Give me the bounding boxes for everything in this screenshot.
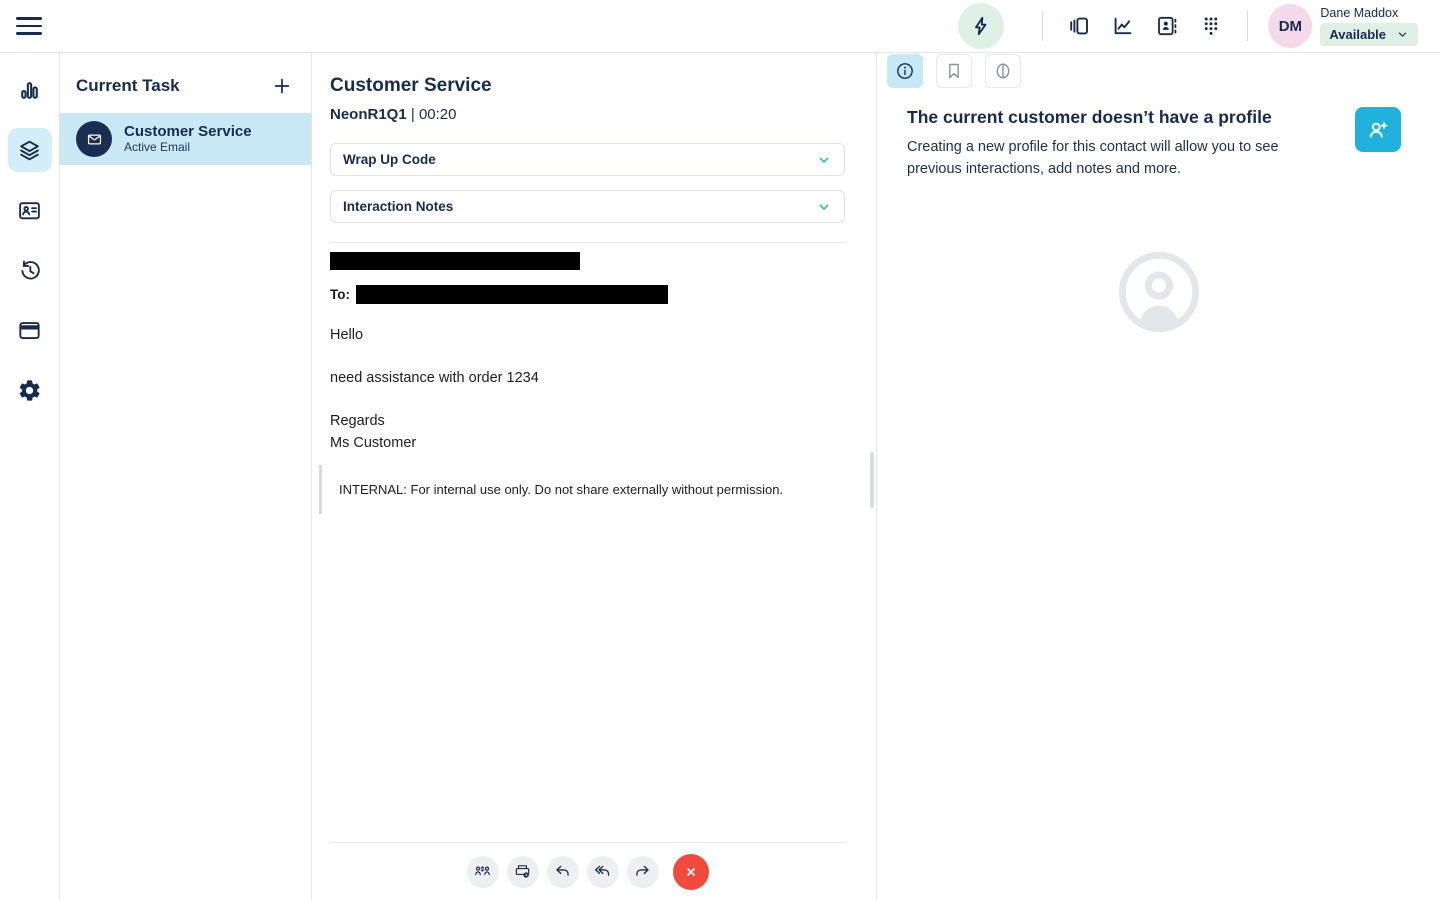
- transfer-icon: [475, 866, 490, 876]
- nav-apps[interactable]: [8, 308, 52, 352]
- person-circle-icon: [1118, 251, 1199, 333]
- scrollbar-thumb[interactable]: [870, 452, 874, 508]
- profile-placeholder: [877, 248, 1440, 336]
- profile-heading: The current customer doesn’t have a prof…: [907, 107, 1272, 127]
- interaction-panel: Customer Service NeonR1Q1 | 00:20 Wrap U…: [312, 53, 876, 900]
- email-message: need assistance with order 1234: [330, 370, 539, 386]
- lightning-bolt-icon: [975, 16, 987, 36]
- bar-chart-icon: [21, 81, 38, 99]
- forward-button[interactable]: [626, 855, 659, 888]
- gear-icon: [19, 379, 40, 401]
- hamburger-menu-icon[interactable]: [16, 12, 44, 40]
- topbar-right-cluster: DM Dane Maddox Available: [958, 3, 1440, 49]
- internal-note-block: INTERNAL: For internal use only. Do not …: [319, 465, 845, 514]
- internal-note-text: INTERNAL: For internal use only. Do not …: [339, 482, 784, 497]
- interaction-subtitle: NeonR1Q1 | 00:20: [330, 106, 845, 123]
- divider: [1042, 11, 1044, 41]
- status-chevron-down-icon: [1398, 32, 1407, 37]
- window-icon: [19, 321, 40, 339]
- divider: [1247, 11, 1249, 41]
- email-toolbar: [330, 842, 845, 900]
- info-icon: [897, 63, 913, 79]
- nav-performance[interactable]: [8, 68, 52, 112]
- park-email-button[interactable]: [506, 855, 539, 888]
- interaction-notes-select[interactable]: Interaction Notes: [330, 190, 845, 223]
- email-header-divider: [330, 242, 845, 243]
- panels-icon[interactable]: [1067, 14, 1091, 38]
- task-avatar: [76, 121, 112, 157]
- nav-interactions[interactable]: [7, 128, 52, 172]
- chevron-down-icon: [819, 157, 829, 163]
- directory-icon[interactable]: [1155, 14, 1179, 38]
- disconnect-icon: [686, 867, 695, 876]
- reply-all-button[interactable]: [586, 855, 619, 888]
- add-profile-button[interactable]: [1355, 107, 1401, 152]
- redacted-recipient: [356, 285, 668, 304]
- user-block: Dane Maddox Available: [1320, 6, 1418, 46]
- to-label: To:: [330, 287, 350, 302]
- interaction-scroll-area[interactable]: Customer Service NeonR1Q1 | 00:20 Wrap U…: [312, 53, 876, 842]
- reply-button[interactable]: [546, 855, 579, 888]
- reply-icon: [556, 865, 569, 876]
- nav-settings[interactable]: [8, 368, 52, 412]
- task-list-header: Current Task: [60, 53, 311, 113]
- plus-icon: [274, 78, 290, 94]
- interaction-notes-label: Interaction Notes: [343, 199, 454, 214]
- wrapup-code-select[interactable]: Wrap Up Code: [330, 143, 845, 176]
- task-item-text: Customer Service Active Email: [124, 123, 252, 155]
- queue-name: NeonR1Q1: [330, 106, 407, 123]
- lightning-bolt-button[interactable]: [958, 3, 1005, 49]
- avatar-initials: DM: [1278, 17, 1303, 35]
- left-nav-rail: [0, 53, 60, 900]
- user-name: Dane Maddox: [1320, 6, 1399, 20]
- redacted-subject: [330, 252, 580, 270]
- profile-panel: The current customer doesn’t have a prof…: [876, 53, 1440, 900]
- interaction-title: Customer Service: [330, 75, 492, 96]
- envelope-icon: [87, 134, 101, 144]
- tab-info[interactable]: [887, 54, 923, 88]
- transfer-button[interactable]: [466, 855, 499, 888]
- status-label: Available: [1329, 27, 1386, 42]
- nav-history[interactable]: [8, 248, 52, 292]
- profile-header: The current customer doesn’t have a prof…: [877, 88, 1440, 180]
- email-body: Hello need assistance with order 1234 Re…: [330, 327, 845, 451]
- email-to-row: To:: [330, 285, 845, 304]
- reply-all-icon: [595, 865, 610, 876]
- history-icon: [21, 260, 40, 279]
- task-item-customer-service[interactable]: Customer Service Active Email: [60, 113, 311, 165]
- email-signature: Ms Customer: [330, 435, 417, 451]
- subtitle-separator: |: [410, 106, 415, 123]
- nav-contacts[interactable]: [8, 188, 52, 232]
- task-item-title: Customer Service: [124, 123, 252, 140]
- main-layout: Current Task Customer Service Active Ema…: [0, 53, 1440, 900]
- forward-icon: [636, 865, 649, 876]
- user-avatar[interactable]: DM: [1268, 4, 1313, 48]
- status-dropdown[interactable]: Available: [1320, 23, 1418, 46]
- journey-icon: [996, 63, 1010, 79]
- park-email-icon: [515, 865, 530, 878]
- profile-description: Creating a new profile for this contact …: [907, 139, 1279, 177]
- top-bar: DM Dane Maddox Available: [0, 0, 1440, 53]
- profile-tabs: [877, 53, 1440, 88]
- tab-bookmark[interactable]: [936, 54, 972, 88]
- tab-journey[interactable]: [985, 54, 1021, 88]
- bookmark-icon: [949, 63, 959, 79]
- email-greeting: Hello: [330, 327, 364, 343]
- interaction-timer: 00:20: [418, 106, 457, 123]
- task-panel-title: Current Task: [76, 76, 180, 95]
- email-signoff: Regards: [330, 413, 385, 429]
- wrapup-code-label: Wrap Up Code: [343, 152, 436, 167]
- person-add-icon: [1369, 121, 1388, 138]
- task-list-panel: Current Task Customer Service Active Ema…: [60, 53, 312, 900]
- profile-header-text: The current customer doesn’t have a prof…: [907, 107, 1327, 180]
- layers-icon: [20, 140, 39, 160]
- line-chart-icon[interactable]: [1111, 14, 1135, 38]
- disconnect-button[interactable]: [672, 853, 709, 890]
- task-item-subtitle: Active Email: [124, 140, 191, 154]
- chevron-down-icon: [819, 204, 829, 210]
- add-task-button[interactable]: [269, 73, 295, 99]
- dialpad-icon[interactable]: [1199, 14, 1223, 38]
- contact-card-icon: [19, 201, 40, 219]
